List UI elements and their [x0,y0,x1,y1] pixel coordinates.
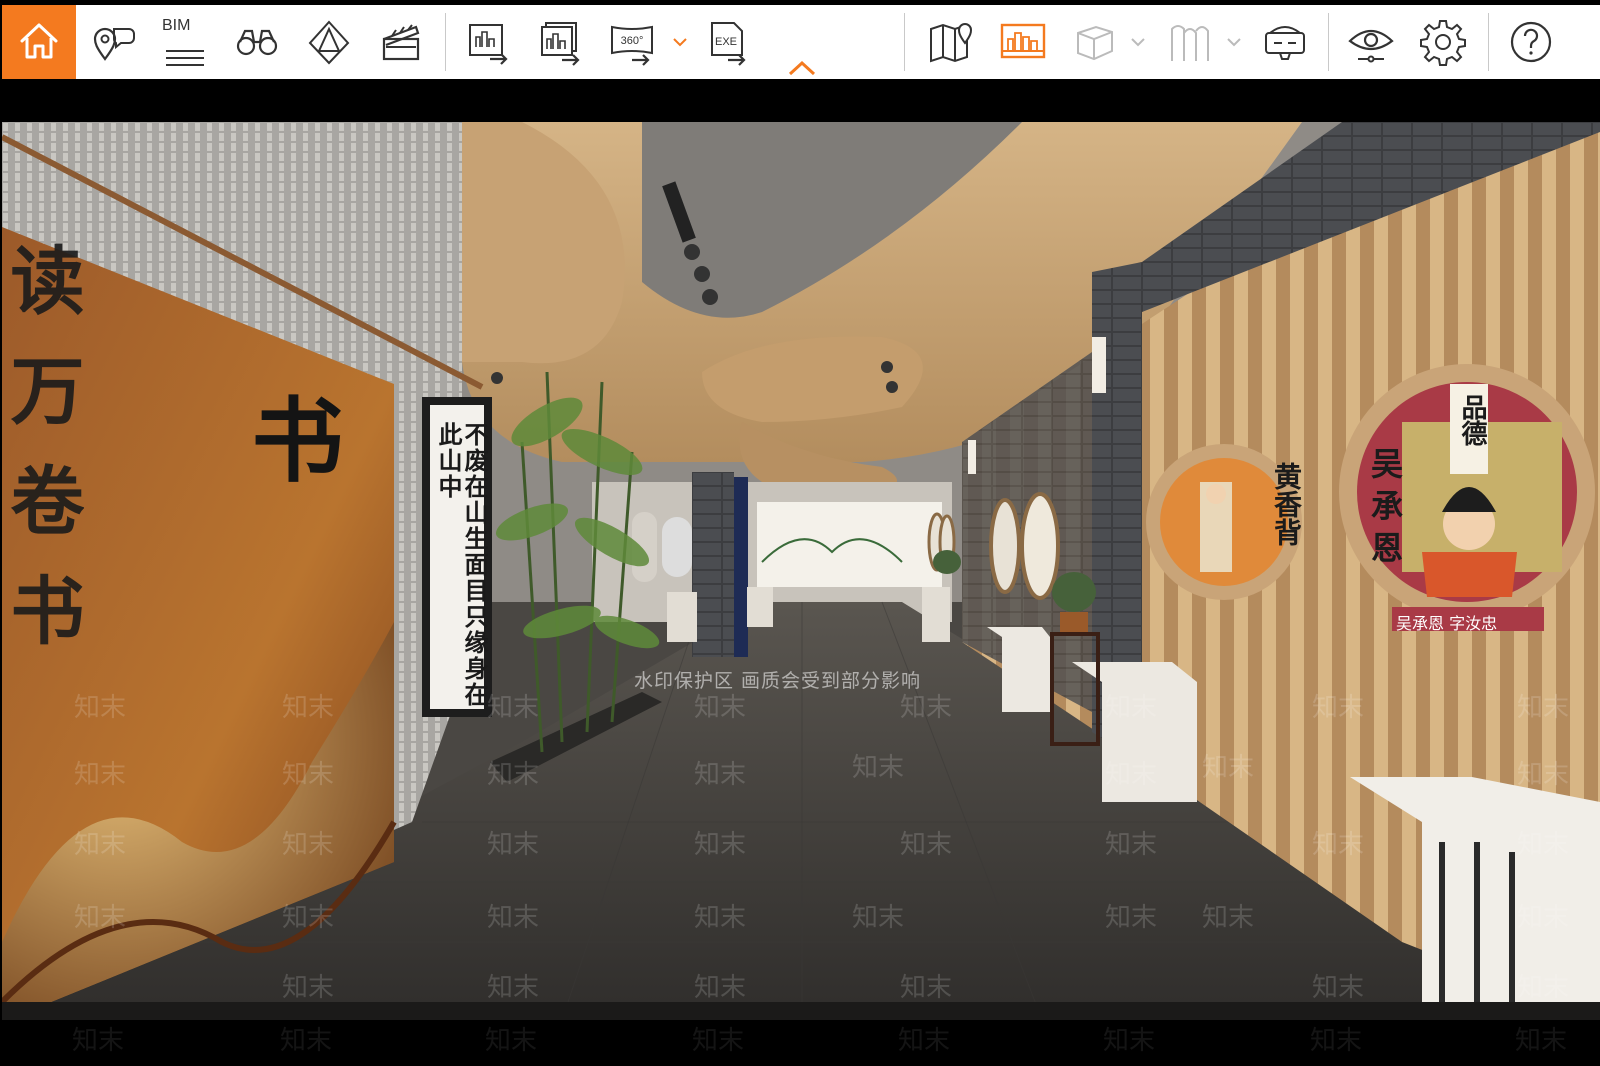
help-button[interactable] [1498,5,1564,79]
scene-list-button[interactable] [990,5,1056,79]
export-exe-button[interactable]: EXE [696,5,762,79]
main-toolbar: BIM 360° EXE [2,5,1600,79]
wall-character: 书 [236,392,344,490]
walkthrough-button[interactable] [224,5,290,79]
render-viewport[interactable]: 书 读万卷书 不废在山生面目只缘身在此山中 黄香背 吴承恩 品德 吴承恩 字汝忠… [2,122,1600,1020]
binoculars-icon [236,29,278,56]
roundel2-title: 吴承恩 [1366,447,1404,573]
export-image-button[interactable] [456,5,522,79]
roundel2-caption: 吴承恩 字汝忠 [1396,614,1498,633]
chevron-down-icon [1131,38,1145,47]
vr-button[interactable] [1252,5,1318,79]
export-360-label: 360° [621,35,644,47]
export-exe-icon: EXE [711,22,746,66]
animation-button[interactable] [368,5,434,79]
watermark: 知末 [280,1026,333,1056]
gallery-render [2,122,1600,1020]
export-360-dropdown[interactable] [670,27,690,57]
watermark: 知末 [72,1026,125,1056]
materials-dropdown[interactable] [1224,27,1244,57]
scene-list-icon [1000,23,1046,59]
clapperboard-icon [382,24,420,61]
export-batch-button[interactable] [528,5,594,79]
toolbar-separator [1328,13,1329,71]
model-dropdown[interactable] [1128,27,1148,57]
map-icon [930,23,973,63]
help-icon [1510,21,1552,63]
cube-icon [1077,25,1113,61]
toolbar-separator [445,13,446,71]
bottom-bar: 知末 知末 知末 知末 知末 知末 知末 知末 [0,1020,1600,1066]
eye-icon [1348,29,1394,63]
chevron-up-icon [788,60,816,76]
gear-icon [1420,20,1466,66]
sun-shadow-button[interactable] [296,5,362,79]
collapse-toolbar-button[interactable] [785,57,819,79]
model-button[interactable] [1062,5,1128,79]
roundel2-banner: 品德 [1457,394,1487,446]
cloth-icon [1171,25,1209,61]
scroll-poem: 不废在山生面目只缘身在此山中 [434,422,489,708]
pin-chat-icon [93,27,135,61]
pyramid-icon [308,20,350,65]
settings-button[interactable] [1410,5,1476,79]
home-button[interactable] [2,5,76,79]
view-button[interactable] [1338,5,1404,79]
watermark: 知末 [1515,1026,1568,1056]
export-batch-icon [541,22,580,66]
bim-label: BIM [162,17,191,34]
watermark: 知末 [1103,1026,1156,1056]
materials-button[interactable] [1156,5,1222,79]
export-image-icon [469,24,508,65]
watermark-notice: 水印保护区 画质会受到部分影响 [634,670,922,692]
export-360-icon: 360° [611,25,653,66]
chevron-down-icon [673,38,687,47]
roundel1-title: 黄香背 [1270,462,1303,546]
vr-headset-icon [1265,26,1305,60]
map-button[interactable] [918,5,984,79]
chevron-down-icon [1227,38,1241,47]
toolbar-separator [1488,13,1489,71]
house-icon [20,23,58,59]
left-panel-characters: 读万卷书 [2,242,84,682]
watermark: 知末 [485,1026,538,1056]
export-exe-label: EXE [715,36,737,48]
watermark: 知末 [692,1026,745,1056]
toolbar-separator [904,13,905,71]
watermark: 知末 [898,1026,951,1056]
bim-button[interactable]: BIM [152,5,218,79]
location-annotation-button[interactable] [80,5,146,79]
watermark: 知末 [1310,1026,1363,1056]
export-360-button[interactable]: 360° [600,5,666,79]
